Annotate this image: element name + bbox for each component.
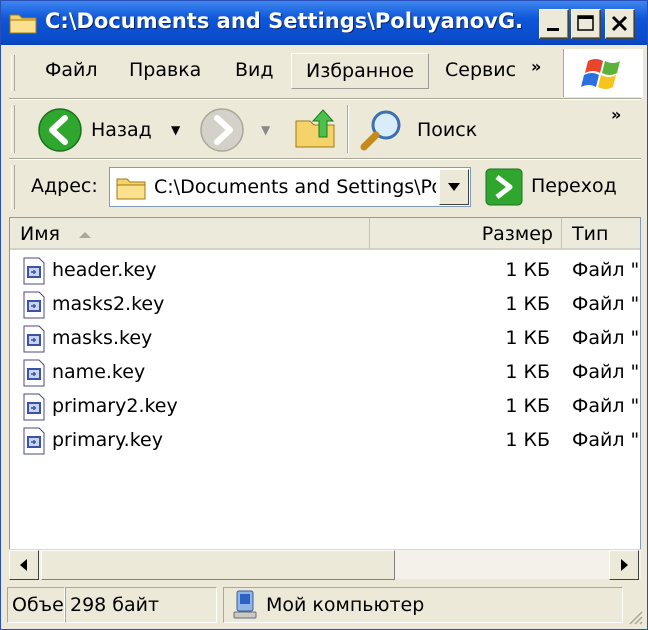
scroll-left-button[interactable] (9, 550, 39, 580)
menu-separator (9, 98, 641, 100)
address-dropdown-button[interactable] (439, 169, 469, 205)
back-label: Назад (91, 119, 152, 141)
file-type: Файл "I (572, 259, 641, 281)
scroll-right-button[interactable] (609, 550, 639, 580)
file-list[interactable]: Имя Размер Тип header.key 1 КБ Файл "I mask… (9, 217, 641, 575)
search-button[interactable]: Поиск (359, 105, 499, 153)
menu-tools[interactable]: Сервис (445, 59, 516, 81)
search-label: Поиск (417, 119, 478, 141)
horizontal-scrollbar[interactable] (9, 549, 641, 580)
table-row[interactable]: primary.key 1 КБ Файл "I (10, 424, 640, 458)
forward-button[interactable]: ▼ (199, 105, 281, 153)
explorer-window: C:\Documents and Settings\PoluyanovG... … (0, 0, 648, 630)
table-row[interactable]: name.key 1 КБ Файл "I (10, 356, 640, 390)
file-name: primary.key (52, 429, 163, 451)
window-title: C:\Documents and Settings\PoluyanovG... (45, 9, 525, 33)
file-type: Файл "I (572, 429, 641, 451)
table-row[interactable]: header.key 1 КБ Файл "I (10, 254, 640, 288)
file-type: Файл "I (572, 395, 641, 417)
go-button[interactable]: Переход (483, 165, 633, 209)
minimize-icon (547, 28, 559, 31)
status-size-text: 298 байт (70, 594, 160, 616)
back-arrow-icon (38, 108, 82, 152)
file-name: primary2.key (52, 395, 178, 417)
chevron-left-icon (20, 559, 27, 571)
file-size: 1 КБ (505, 395, 550, 417)
address-label: Адрес: (31, 175, 98, 197)
file-size: 1 КБ (505, 429, 550, 451)
toolbar-grip[interactable] (11, 105, 15, 153)
menu-edit[interactable]: Правка (129, 59, 201, 81)
file-name: masks2.key (52, 293, 165, 315)
file-size: 1 КБ (505, 259, 550, 281)
back-dropdown-icon[interactable]: ▼ (171, 123, 180, 137)
forward-dropdown-icon[interactable]: ▼ (261, 123, 270, 137)
close-icon (611, 15, 628, 32)
minimize-button[interactable] (539, 9, 569, 39)
file-name: masks.key (52, 327, 153, 349)
menu-file[interactable]: Файл (45, 59, 98, 81)
column-header-type[interactable]: Тип (562, 218, 640, 250)
status-size: 298 байт (65, 587, 217, 623)
table-row[interactable]: masks.key 1 КБ Файл "I (10, 322, 640, 356)
windows-logo (563, 49, 643, 97)
status-objects: Объе (7, 587, 65, 623)
computer-icon (233, 590, 257, 619)
table-row[interactable]: primary2.key 1 КБ Файл "I (10, 390, 640, 424)
go-label: Переход (531, 175, 617, 197)
key-file-icon (23, 257, 45, 285)
maximize-button[interactable] (571, 9, 601, 39)
menu-favorites[interactable]: Избранное (291, 53, 429, 89)
status-location: Мой компьютер (223, 587, 623, 623)
addressbar-grip[interactable] (11, 165, 15, 209)
file-type: Файл "I (572, 361, 641, 383)
key-file-icon (23, 291, 45, 319)
toolbar-separator (347, 105, 349, 153)
file-size: 1 КБ (505, 327, 550, 349)
column-name-label: Имя (20, 223, 60, 245)
back-button[interactable]: Назад ▼ (37, 105, 197, 153)
menu-view[interactable]: Вид (235, 59, 274, 81)
column-size-label: Размер (481, 223, 553, 245)
chevron-right-icon (621, 559, 628, 571)
file-size: 1 КБ (505, 293, 550, 315)
address-field[interactable]: C:\Documents and Settings\Po (109, 167, 471, 207)
windows-flag-icon (581, 59, 620, 89)
toolbar-overflow-chevron-icon[interactable]: » (611, 105, 621, 124)
address-folder-icon (116, 178, 146, 200)
forward-arrow-icon (200, 108, 244, 152)
resize-grip-icon[interactable] (627, 609, 643, 625)
go-arrow-icon (485, 168, 523, 206)
file-name: header.key (52, 259, 157, 281)
file-type: Файл "I (572, 293, 641, 315)
status-bar: Объе 298 байт Мой компьютер (1, 583, 647, 629)
key-file-icon (23, 359, 45, 387)
file-name: name.key (52, 361, 146, 383)
title-bar[interactable]: C:\Documents and Settings\PoluyanovG... (1, 1, 647, 45)
column-header-name[interactable]: Имя (10, 218, 370, 250)
table-row[interactable]: masks2.key 1 КБ Файл "I (10, 288, 640, 322)
close-button[interactable] (605, 9, 635, 39)
status-objects-text: Объе (12, 594, 64, 616)
column-header-size[interactable]: Размер (370, 218, 562, 250)
file-size: 1 КБ (505, 361, 550, 383)
column-type-label: Тип (572, 223, 609, 245)
file-type: Файл "I (572, 327, 641, 349)
key-file-icon (23, 325, 45, 353)
folder-up-icon[interactable] (293, 107, 337, 151)
toolbar-separator-line (9, 158, 641, 160)
status-location-text: Мой компьютер (266, 594, 425, 616)
menu-bar: Файл Правка Вид Избранное Сервис » (11, 49, 557, 95)
search-icon (360, 110, 401, 151)
maximize-icon (577, 15, 594, 31)
folder-icon (9, 14, 37, 34)
sort-ascending-icon (79, 232, 91, 238)
key-file-icon (23, 427, 45, 455)
address-value[interactable]: C:\Documents and Settings\Po (154, 176, 436, 198)
key-file-icon (23, 393, 45, 421)
menu-overflow-chevron-icon[interactable]: » (531, 57, 541, 76)
scroll-thumb[interactable] (41, 550, 395, 580)
chevron-down-icon (448, 183, 460, 191)
